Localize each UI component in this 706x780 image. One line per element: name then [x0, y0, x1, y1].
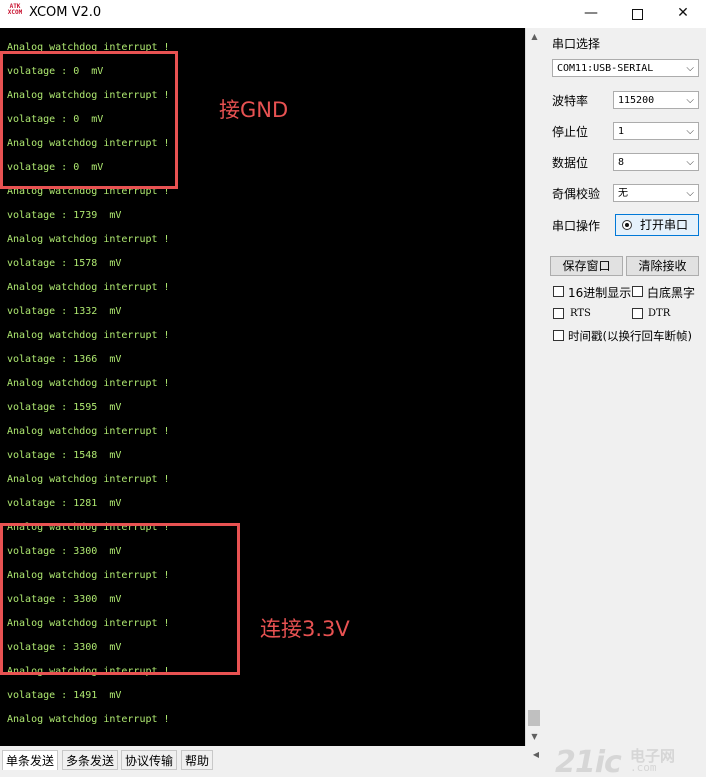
open-port-button[interactable]: 打开串口	[615, 214, 699, 236]
stopbit-label: 停止位	[552, 125, 589, 139]
hex-display-label: 16进制显示	[568, 286, 632, 300]
chevron-down-icon: ⌵	[686, 63, 694, 74]
receive-line: Analog watchdog interrupt !	[7, 330, 170, 341]
port-op-label: 串口操作	[552, 219, 601, 233]
databit-combo[interactable]: 8 ⌵	[613, 153, 699, 171]
rts-label: RTS	[570, 308, 591, 319]
chevron-down-icon: ⌵	[686, 188, 694, 199]
parity-value: 无	[618, 188, 628, 199]
title-bar: ATK XCOM XCOM V2.0 — ✕	[0, 0, 706, 27]
timestamp-checkbox[interactable]	[553, 330, 564, 341]
receive-line: Analog watchdog interrupt !	[7, 474, 170, 485]
receive-line: volatage : 1739 mV	[7, 210, 122, 221]
gnd-annotation-box	[0, 51, 178, 189]
xcom-app-icon: ATK XCOM	[7, 3, 23, 16]
tab-multi-send[interactable]: 多条发送	[62, 750, 119, 770]
port-select-value: COM11:USB-SERIAL	[557, 63, 654, 74]
receive-line: volatage : 1491 mV	[7, 690, 122, 701]
minimize-button[interactable]: —	[568, 0, 614, 27]
baud-label: 波特率	[552, 94, 589, 108]
close-button[interactable]: ✕	[660, 0, 706, 27]
scroll-down-arrow-icon[interactable]: ▼	[526, 728, 543, 745]
watermark-en: .com	[630, 761, 657, 774]
tab-single-send[interactable]: 单条发送	[2, 750, 59, 770]
bottom-bar: 单条发送 多条发送 协议传输 帮助 ◀ 21ic 电子网 .com	[0, 745, 706, 780]
timestamp-label: 时间戳(以换行回车断帧)	[568, 329, 692, 343]
v33-annotation-box	[0, 523, 240, 675]
receive-line: volatage : 1281 mV	[7, 498, 122, 509]
white-bg-label: 白底黑字	[647, 286, 696, 300]
chevron-down-icon: ⌵	[686, 157, 694, 168]
record-icon	[622, 220, 632, 230]
watermark-logo: 21ic 电子网 .com	[555, 745, 705, 780]
chevron-down-icon: ⌵	[686, 95, 694, 106]
watermark-21ic: 21ic	[555, 745, 622, 780]
receive-line: Analog watchdog interrupt !	[7, 234, 170, 245]
receive-line: volatage : 1595 mV	[7, 402, 122, 413]
scroll-thumb[interactable]	[528, 710, 540, 726]
baud-rate-value: 115200	[618, 95, 655, 106]
receive-vertical-scrollbar[interactable]: ▲ ▼	[525, 28, 543, 746]
clear-receive-button[interactable]: 清除接收	[626, 256, 699, 276]
scroll-up-arrow-icon[interactable]: ▲	[526, 28, 543, 45]
port-select-combo[interactable]: COM11:USB-SERIAL ⌵	[552, 59, 699, 77]
receive-line: Analog watchdog interrupt !	[7, 426, 170, 437]
open-port-button-label: 打开串口	[639, 218, 688, 232]
rts-checkbox[interactable]	[553, 308, 564, 319]
gnd-annotation-label: 接GND	[219, 98, 289, 122]
hex-display-checkbox[interactable]	[553, 286, 564, 297]
dtr-label: DTR	[648, 308, 671, 319]
settings-panel: 串口选择 COM11:USB-SERIAL ⌵ 波特率 115200 ⌵ 停止位…	[543, 28, 706, 746]
tab-help[interactable]: 帮助	[181, 750, 214, 770]
receive-line: Analog watchdog interrupt !	[7, 282, 170, 293]
receive-line: Analog watchdog interrupt !	[7, 378, 170, 389]
maximize-icon	[631, 9, 643, 20]
stopbit-combo[interactable]: 1 ⌵	[613, 122, 699, 140]
receive-line: volatage : 1332 mV	[7, 306, 122, 317]
stopbit-value: 1	[618, 126, 625, 137]
receive-line: Analog watchdog interrupt !	[7, 714, 170, 725]
baud-rate-combo[interactable]: 115200 ⌵	[613, 91, 699, 109]
white-bg-checkbox[interactable]	[632, 286, 643, 297]
chevron-down-icon: ⌵	[686, 126, 694, 137]
v33-annotation-label: 连接3.3V	[260, 617, 350, 641]
databit-value: 8	[618, 157, 625, 168]
maximize-button[interactable]	[614, 0, 660, 27]
window-title: XCOM V2.0	[29, 5, 102, 20]
databit-label: 数据位	[552, 156, 589, 170]
receive-line: volatage : 1548 mV	[7, 450, 122, 461]
scroll-left-arrow-icon[interactable]: ◀	[529, 748, 543, 762]
dtr-checkbox[interactable]	[632, 308, 643, 319]
port-select-label: 串口选择	[552, 37, 601, 51]
tab-protocol[interactable]: 协议传输	[121, 750, 178, 770]
receive-line: volatage : 1578 mV	[7, 258, 122, 269]
save-window-button[interactable]: 保存窗口	[550, 256, 623, 276]
parity-label: 奇偶校验	[552, 187, 601, 201]
receive-line: volatage : 1366 mV	[7, 354, 122, 365]
parity-combo[interactable]: 无 ⌵	[613, 184, 699, 202]
